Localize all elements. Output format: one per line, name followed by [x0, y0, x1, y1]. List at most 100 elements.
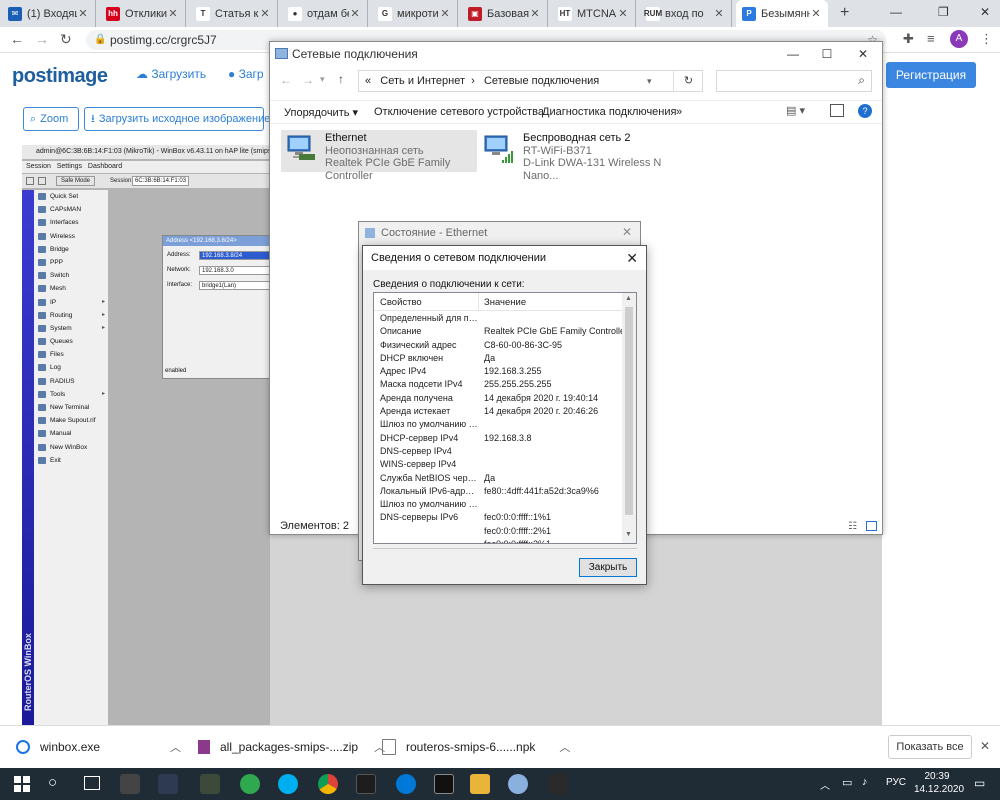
path-dropdown-icon[interactable]: ▾	[647, 71, 652, 91]
new-tab-button[interactable]: +	[840, 4, 849, 22]
download-item[interactable]: all_packages-smips-....zip ︿	[198, 734, 385, 760]
browser-tab[interactable]: ✉ (1) Входящие✕	[2, 0, 96, 27]
tab-close-icon[interactable]: ✕	[167, 7, 179, 20]
explorer-search-input[interactable]: ⌕	[716, 70, 872, 92]
explorer-forward-icon[interactable]: →	[302, 73, 314, 87]
tab-close-icon[interactable]: ✕	[810, 7, 822, 20]
details-scrollbar[interactable]: ▲ ▼	[622, 293, 636, 543]
table-row[interactable]: DHCP-сервер IPv4 192.168.3.8	[374, 432, 624, 445]
table-row[interactable]: WINS-сервер IPv4	[374, 458, 624, 471]
tab-close-icon[interactable]: ✕	[439, 7, 451, 20]
language-indicator[interactable]: РУС	[886, 777, 906, 788]
file-explorer-icon[interactable]	[470, 774, 490, 794]
scroll-down-icon[interactable]: ▼	[625, 531, 632, 538]
status-close-icon[interactable]: ✕	[622, 225, 632, 239]
upload-link[interactable]: ☁ Загрузить	[136, 67, 206, 81]
details-view-icon[interactable]: ☷	[848, 521, 857, 532]
chrome-icon[interactable]	[318, 774, 338, 794]
tab-close-icon[interactable]: ✕	[77, 7, 89, 20]
column-value[interactable]: Значение	[484, 297, 526, 308]
table-row[interactable]: fec0:0:0:ffff::3%1	[374, 538, 624, 543]
scrollbar-thumb[interactable]	[625, 307, 633, 515]
column-property[interactable]: Свойство	[380, 297, 422, 308]
table-row[interactable]: Физический адрес C8-60-00-86-3C-95	[374, 339, 624, 352]
table-row[interactable]: fec0:0:0:ffff::2%1	[374, 525, 624, 538]
close-button[interactable]: ✕	[980, 5, 990, 19]
register-button[interactable]: Регистрация	[886, 62, 976, 88]
adapter-ethernet[interactable]: Ethernet Неопознанная сеть Realtek PCIe …	[281, 130, 477, 182]
search-icon[interactable]: ○	[48, 774, 57, 791]
show-all-downloads-button[interactable]: Показать все	[888, 735, 972, 759]
profile-avatar[interactable]: A	[950, 30, 968, 48]
browser-tab[interactable]: Т Статья ка✕	[190, 0, 278, 27]
crumb-network-connections[interactable]: Сетевые подключения	[484, 75, 599, 87]
restore-button[interactable]: ❐	[938, 5, 949, 19]
browser-tab[interactable]: hh Отклики ✕	[100, 0, 186, 27]
tab-close-icon[interactable]: ✕	[529, 7, 541, 20]
minimize-button[interactable]: —	[890, 5, 902, 19]
tab-close-icon[interactable]: ✕	[617, 7, 629, 20]
scroll-up-icon[interactable]: ▲	[625, 295, 632, 302]
game-icon[interactable]	[200, 774, 220, 794]
refresh-icon[interactable]: ↻	[673, 71, 703, 91]
dialog-close-icon[interactable]: ✕	[626, 246, 638, 270]
tray-chevron-icon[interactable]: ︿	[820, 777, 830, 792]
network-icon[interactable]: ▭	[842, 776, 852, 789]
browser-tab[interactable]: RUM вход по ✕	[640, 0, 732, 27]
table-row[interactable]: Аренда получена 14 декабря 2020 г. 19:40:…	[374, 392, 624, 405]
downloads-close-icon[interactable]: ✕	[980, 739, 990, 753]
explorer-back-icon[interactable]: ←	[280, 73, 292, 87]
terminal-icon[interactable]	[434, 774, 454, 794]
details-list[interactable]: Свойство Значение Определенный для по...…	[373, 292, 637, 544]
download-item[interactable]: routeros-smips-6......npk ︿	[382, 734, 570, 760]
forward-icon[interactable]: →	[35, 31, 49, 47]
postimage-logo[interactable]: postimage	[12, 65, 108, 88]
winbox-app-icon[interactable]	[508, 774, 528, 794]
table-row[interactable]: Определенный для по...	[374, 312, 624, 325]
table-row[interactable]: Адрес IPv4 192.168.3.255	[374, 365, 624, 378]
edge-icon[interactable]	[396, 774, 416, 794]
browser-tab[interactable]: P Безымянн ✕	[736, 0, 828, 27]
help-icon[interactable]: ?	[858, 104, 872, 118]
adapter-wireless[interactable]: Беспроводная сеть 2 RT-WiFi-B371 D-Link …	[480, 130, 680, 182]
windows-start-icon[interactable]	[14, 776, 30, 792]
explorer-maximize-button[interactable]: ☐	[810, 42, 844, 66]
taskbar-clock[interactable]: 20:39 14.12.2020	[914, 770, 964, 796]
table-row[interactable]: DNS-серверы IPv6 fec0:0:0:ffff::1%1	[374, 511, 624, 524]
menu-icon[interactable]: ⋮	[980, 31, 993, 47]
table-row[interactable]: Описание Realtek PCIe GbE Family Controll…	[374, 325, 624, 338]
tiles-view-icon[interactable]	[866, 521, 877, 531]
crumb-network-internet[interactable]: Сеть и Интернет	[380, 75, 465, 87]
recent-chevron-icon[interactable]: ▾	[320, 74, 325, 85]
winbox-icon[interactable]	[356, 774, 376, 794]
browser-tab[interactable]: HT MTCNA в✕	[552, 0, 636, 27]
task-view-icon[interactable]	[84, 776, 100, 790]
table-row[interactable]: Шлюз по умолчанию IP...	[374, 418, 624, 431]
back-icon[interactable]: ←	[10, 31, 24, 47]
diagnose-button[interactable]: Диагностика подключения	[542, 106, 676, 118]
tab-close-icon[interactable]: ✕	[349, 7, 361, 20]
gallery-link[interactable]: ● Загр	[228, 67, 264, 81]
explorer-path-box[interactable]: « Сеть и Интернет › Сетевые подключения …	[358, 70, 703, 92]
view-options-icon[interactable]: ▤ ▾	[786, 104, 805, 117]
skype-icon[interactable]	[278, 774, 298, 794]
zoom-button[interactable]: ⌕ Zoom	[23, 107, 79, 131]
explorer-minimize-button[interactable]: —	[776, 42, 810, 66]
disable-device-button[interactable]: Отключение сетевого устройства	[374, 106, 544, 118]
download-original-button[interactable]: ⭳ Загрузить исходное изображение	[84, 107, 270, 131]
reload-icon[interactable]: ↻	[60, 31, 72, 48]
organize-button[interactable]: Упорядочить ▾	[284, 106, 358, 119]
extensions-icon[interactable]: ✚	[903, 31, 914, 47]
up-icon[interactable]: ↑	[338, 72, 344, 86]
torrent-icon[interactable]	[240, 774, 260, 794]
browser-tab[interactable]: ▣ Базовая ✕	[462, 0, 548, 27]
table-row[interactable]: DHCP включен Да	[374, 352, 624, 365]
notifications-icon[interactable]: ▭	[974, 776, 985, 790]
tab-close-icon[interactable]: ✕	[713, 7, 725, 20]
explorer-close-button[interactable]: ✕	[846, 42, 880, 66]
chevron-up-icon[interactable]: ︿	[559, 739, 570, 755]
media-icon[interactable]	[548, 774, 568, 794]
table-row[interactable]: Маска подсети IPv4 255.255.255.255	[374, 378, 624, 391]
more-commands-button[interactable]: »	[676, 106, 682, 118]
tab-close-icon[interactable]: ✕	[259, 7, 271, 20]
